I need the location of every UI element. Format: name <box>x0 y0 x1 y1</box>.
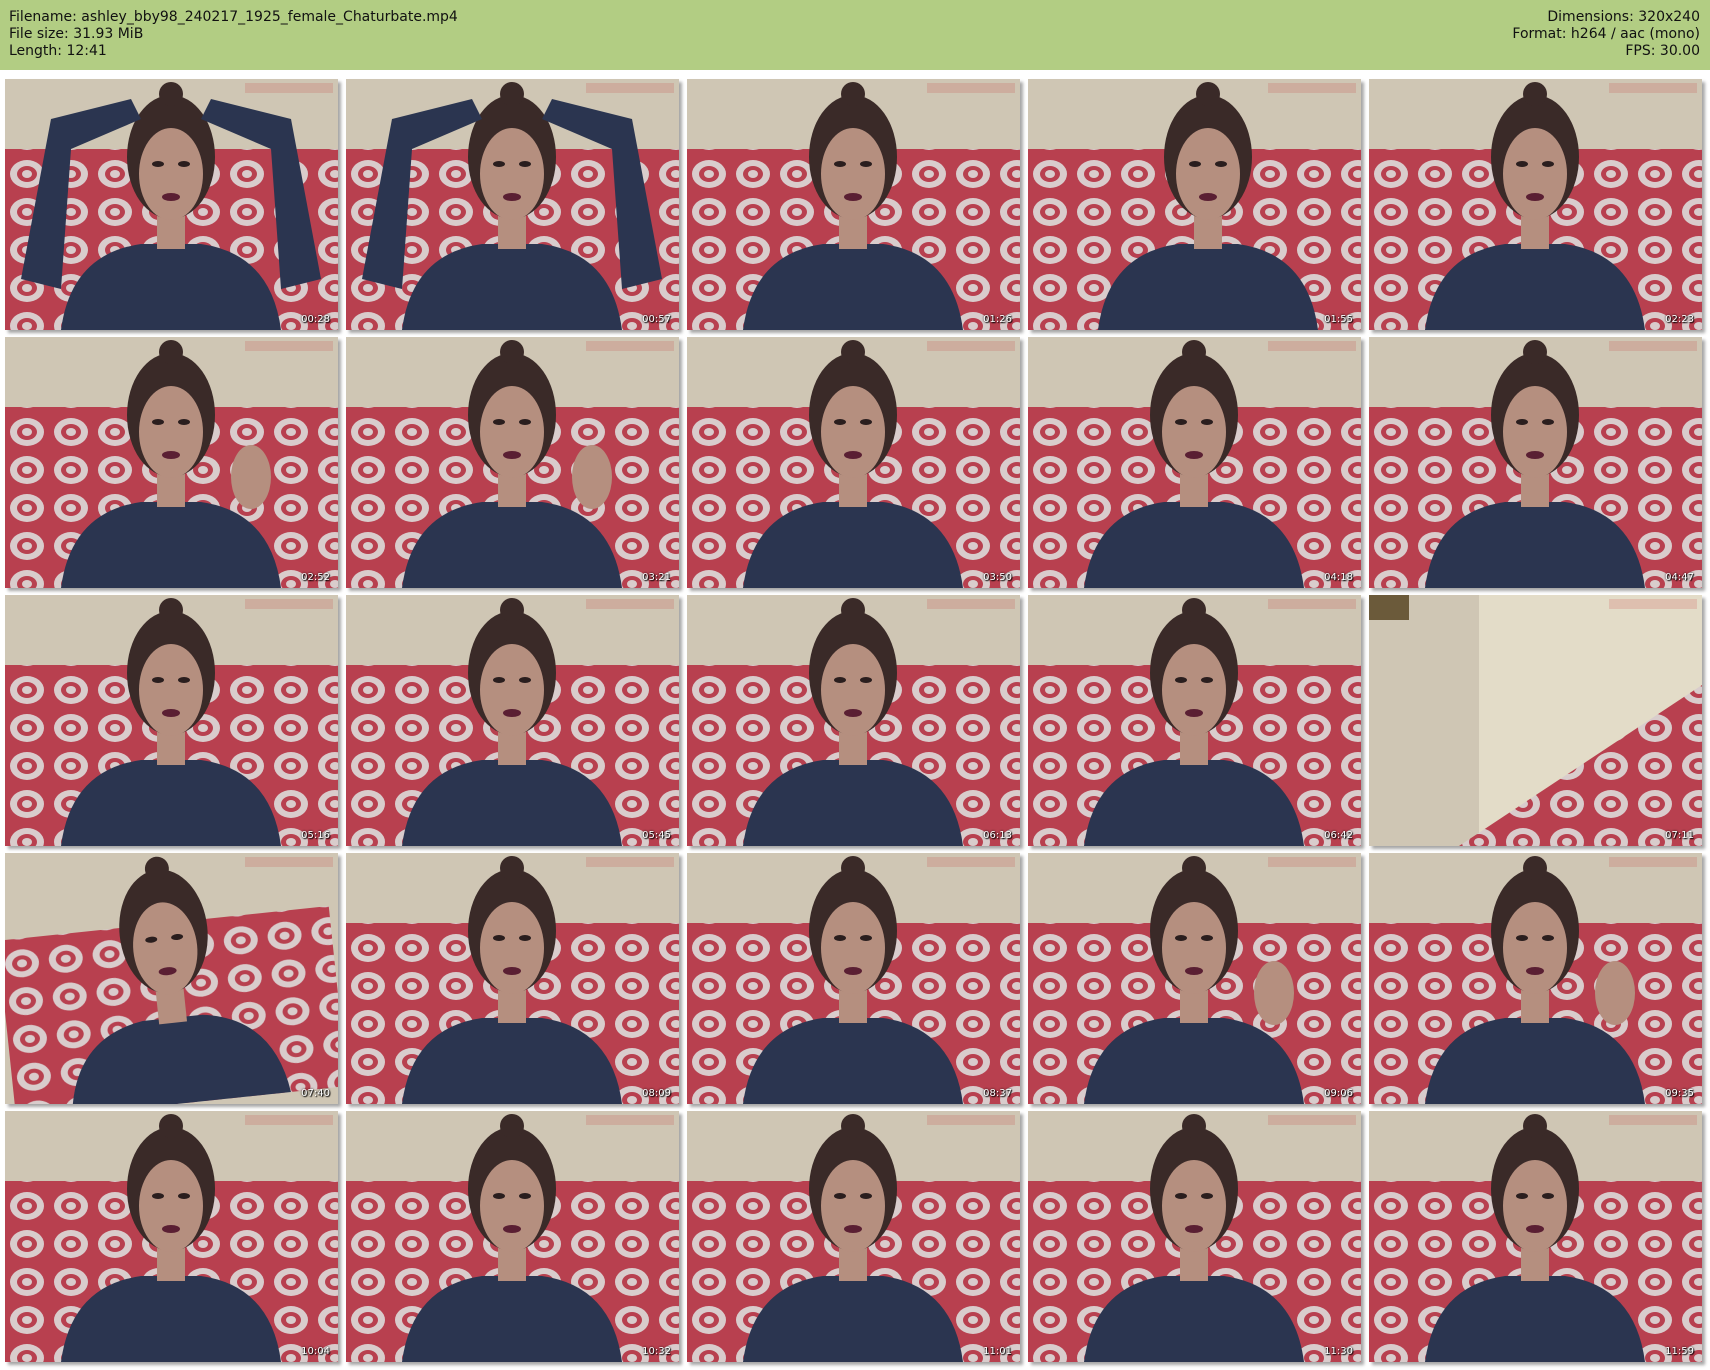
video-thumbnail: 02:52 <box>5 337 338 588</box>
thumbnail-image <box>1369 853 1702 1104</box>
timestamp-label: 09:06 <box>1324 1088 1353 1099</box>
video-thumbnail: 06:13 <box>687 595 1020 846</box>
video-thumbnail: 10:04 <box>5 1111 338 1362</box>
timestamp-label: 01:26 <box>983 314 1012 325</box>
video-thumbnail: 01:26 <box>687 79 1020 330</box>
thumbnail-image <box>346 853 679 1104</box>
timestamp-label: 04:47 <box>1665 572 1694 583</box>
thumbnail-image <box>5 337 338 588</box>
video-thumbnail: 09:35 <box>1369 853 1702 1104</box>
timestamp-label: 02:23 <box>1665 314 1694 325</box>
file-info: Filename: ashley_bby98_240217_1925_femal… <box>9 9 458 60</box>
timestamp-label: 05:16 <box>301 830 330 841</box>
thumbnail-image <box>5 853 338 1104</box>
thumbnail-image <box>5 79 338 330</box>
stream-info: Dimensions: 320x240 Format: h264 / aac (… <box>1512 9 1700 60</box>
length-label: Length: 12:41 <box>9 43 107 59</box>
thumbnail-image <box>346 79 679 330</box>
timestamp-label: 00:57 <box>642 314 671 325</box>
video-thumbnail: 10:32 <box>346 1111 679 1362</box>
timestamp-label: 11:59 <box>1665 1346 1694 1357</box>
timestamp-label: 07:40 <box>301 1088 330 1099</box>
thumbnail-image <box>687 1111 1020 1362</box>
video-thumbnail: 07:11 <box>1369 595 1702 846</box>
video-thumbnail: 05:45 <box>346 595 679 846</box>
timestamp-label: 11:30 <box>1324 1346 1353 1357</box>
thumbnail-image <box>1369 79 1702 330</box>
video-thumbnail: 04:47 <box>1369 337 1702 588</box>
video-thumbnail: 06:42 <box>1028 595 1361 846</box>
video-thumbnail: 00:57 <box>346 79 679 330</box>
thumbnail-image <box>1028 79 1361 330</box>
thumbnail-image <box>5 1111 338 1362</box>
thumbnail-image <box>346 337 679 588</box>
thumbnail-image <box>687 853 1020 1104</box>
video-thumbnail: 11:59 <box>1369 1111 1702 1362</box>
thumbnail-image <box>1028 595 1361 846</box>
filesize-label: File size: 31.93 MiB <box>9 26 144 42</box>
video-thumbnail: 04:18 <box>1028 337 1361 588</box>
thumbnail-image <box>1028 1111 1361 1362</box>
video-thumbnail: 05:16 <box>5 595 338 846</box>
timestamp-label: 08:37 <box>983 1088 1012 1099</box>
timestamp-label: 03:50 <box>983 572 1012 583</box>
timestamp-label: 07:11 <box>1665 830 1694 841</box>
video-thumbnail: 11:30 <box>1028 1111 1361 1362</box>
timestamp-label: 08:09 <box>642 1088 671 1099</box>
fps-label: FPS: 30.00 <box>1625 43 1700 59</box>
thumbnail-image <box>1369 337 1702 588</box>
timestamp-label: 04:18 <box>1324 572 1353 583</box>
timestamp-label: 02:52 <box>301 572 330 583</box>
timestamp-label: 09:35 <box>1665 1088 1694 1099</box>
thumbnail-image <box>346 1111 679 1362</box>
thumbnail-image <box>5 595 338 846</box>
video-thumbnail: 07:40 <box>5 853 338 1104</box>
thumbnail-image <box>687 595 1020 846</box>
video-thumbnail: 11:01 <box>687 1111 1020 1362</box>
timestamp-label: 11:01 <box>983 1346 1012 1357</box>
video-thumbnail: 03:50 <box>687 337 1020 588</box>
dimensions-label: Dimensions: 320x240 <box>1547 9 1700 25</box>
thumbnail-image <box>1369 595 1702 846</box>
thumbnail-image <box>687 337 1020 588</box>
thumbnail-image <box>687 79 1020 330</box>
thumbnail-grid: 00:28 00:57 01:26 01:55 02:23 02:52 03:21 03:50… <box>5 79 1702 1362</box>
video-thumbnail: 00:28 <box>5 79 338 330</box>
thumbnail-image <box>1028 853 1361 1104</box>
timestamp-label: 06:42 <box>1324 830 1353 841</box>
thumbnail-image <box>1028 337 1361 588</box>
thumbnail-image <box>1369 1111 1702 1362</box>
info-header: Filename: ashley_bby98_240217_1925_femal… <box>0 0 1710 70</box>
format-label: Format: h264 / aac (mono) <box>1512 26 1700 42</box>
timestamp-label: 03:21 <box>642 572 671 583</box>
video-thumbnail: 08:37 <box>687 853 1020 1104</box>
timestamp-label: 10:32 <box>642 1346 671 1357</box>
video-thumbnail: 09:06 <box>1028 853 1361 1104</box>
filename-label: Filename: ashley_bby98_240217_1925_femal… <box>9 9 458 25</box>
thumbnail-image <box>346 595 679 846</box>
video-thumbnail: 02:23 <box>1369 79 1702 330</box>
video-thumbnail: 08:09 <box>346 853 679 1104</box>
timestamp-label: 06:13 <box>983 830 1012 841</box>
timestamp-label: 10:04 <box>301 1346 330 1357</box>
video-thumbnail: 03:21 <box>346 337 679 588</box>
timestamp-label: 00:28 <box>301 314 330 325</box>
video-thumbnail: 01:55 <box>1028 79 1361 330</box>
timestamp-label: 01:55 <box>1324 314 1353 325</box>
timestamp-label: 05:45 <box>642 830 671 841</box>
